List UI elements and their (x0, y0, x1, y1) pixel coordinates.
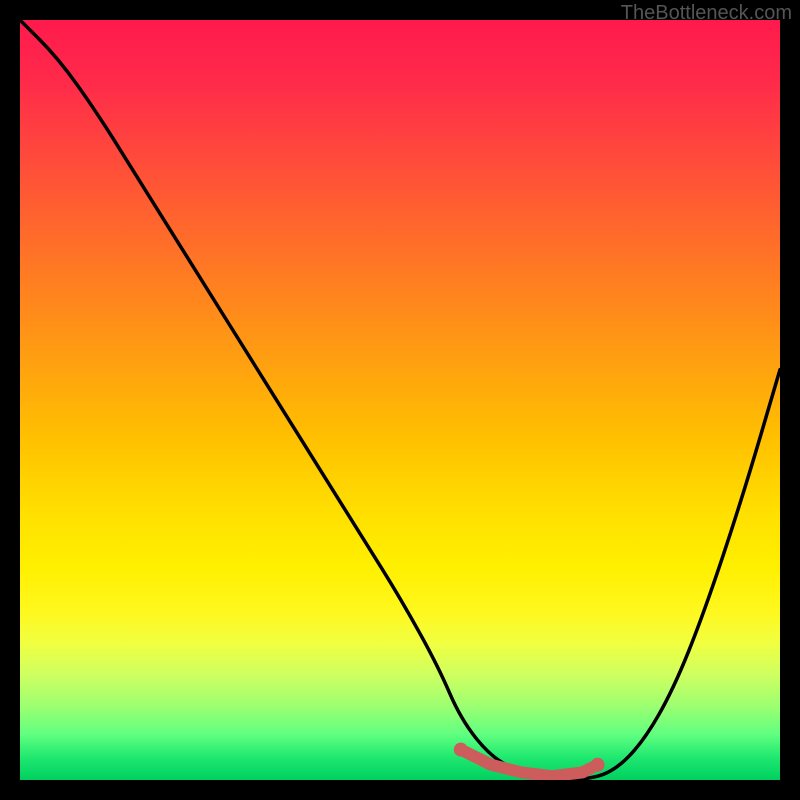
optimal-marker-dot (454, 743, 468, 757)
chart-plot-area (20, 20, 780, 780)
watermark-text: TheBottleneck.com (621, 2, 792, 25)
optimal-marker-dot (591, 758, 605, 772)
curve-overlay (20, 20, 780, 780)
bottleneck-curve (20, 20, 780, 780)
optimal-band (461, 750, 598, 777)
optimal-zone-markers (454, 743, 605, 777)
